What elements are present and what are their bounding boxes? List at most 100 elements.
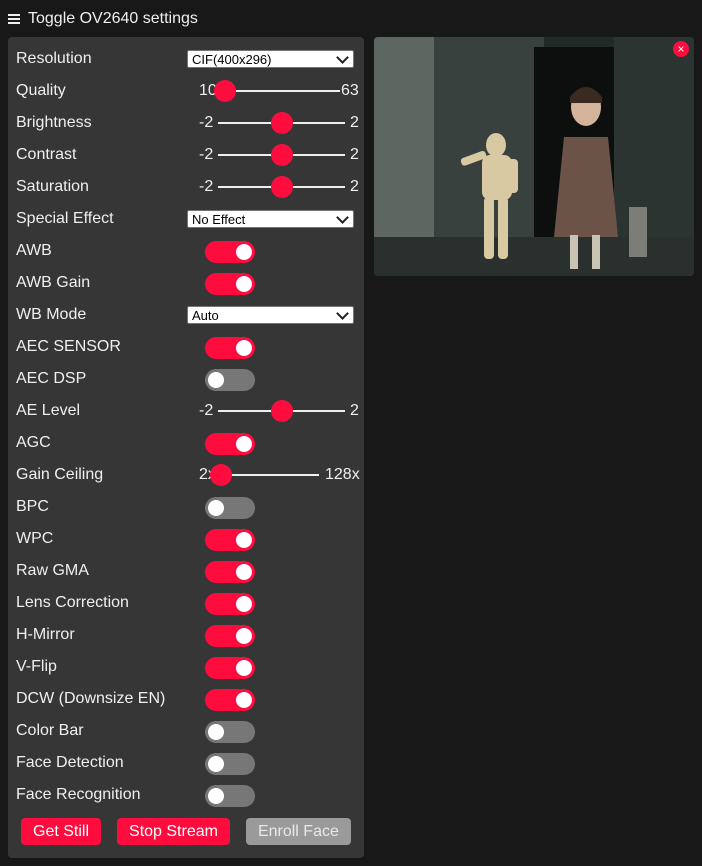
face-recognition-toggle[interactable]	[205, 785, 255, 807]
v-flip-toggle[interactable]	[205, 657, 255, 679]
bpc-toggle[interactable]	[205, 497, 255, 519]
row-awb: AWB	[16, 237, 356, 265]
row-saturation: Saturation -2 2	[16, 173, 359, 201]
label-face-recognition: Face Recognition	[16, 786, 141, 803]
awb-toggle[interactable]	[205, 241, 255, 263]
row-dcw: DCW (Downsize EN)	[16, 685, 356, 713]
chevron-down-icon	[336, 306, 349, 320]
row-agc: AGC	[16, 429, 356, 457]
row-face-detection: Face Detection	[16, 749, 356, 777]
label-wpc: WPC	[16, 530, 54, 547]
brightness-min: -2	[199, 114, 214, 131]
contrast-slider[interactable]: -2 2	[187, 141, 359, 169]
label-dcw: DCW (Downsize EN)	[16, 690, 166, 707]
brightness-max: 2	[350, 114, 359, 131]
saturation-slider[interactable]: -2 2	[187, 173, 359, 201]
row-wb-mode: WB Mode Auto	[16, 301, 356, 329]
aec-sensor-toggle[interactable]	[205, 337, 255, 359]
toggle-knob	[208, 372, 224, 388]
label-lens-correction: Lens Correction	[16, 594, 129, 611]
saturation-max: 2	[350, 178, 359, 195]
row-color-bar: Color Bar	[16, 717, 356, 745]
brightness-thumb[interactable]	[270, 112, 293, 134]
toggle-knob	[236, 436, 252, 452]
ae-level-thumb[interactable]	[270, 400, 293, 422]
toggle-knob	[236, 596, 252, 612]
action-buttons: Get Still Stop Stream Enroll Face	[21, 818, 351, 845]
row-gain-ceiling: Gain Ceiling 2x 128x	[16, 461, 360, 489]
row-awb-gain: AWB Gain	[16, 269, 356, 297]
toggle-knob	[208, 788, 224, 804]
contrast-thumb[interactable]	[270, 144, 293, 166]
resolution-value: CIF(400x296)	[192, 51, 272, 67]
ae-level-slider[interactable]: -2 2	[187, 397, 359, 425]
lens-correction-toggle[interactable]	[205, 593, 255, 615]
label-face-detection: Face Detection	[16, 754, 124, 771]
wb-mode-select[interactable]: Auto	[187, 306, 354, 324]
label-special-effect: Special Effect	[16, 210, 114, 227]
toggle-knob	[208, 724, 224, 740]
toggle-knob	[236, 276, 252, 292]
get-still-button[interactable]: Get Still	[21, 818, 102, 845]
color-bar-toggle[interactable]	[205, 721, 255, 743]
special-effect-select[interactable]: No Effect	[187, 210, 354, 228]
brightness-slider[interactable]: -2 2	[187, 109, 359, 137]
label-v-flip: V-Flip	[16, 658, 57, 675]
label-aec-dsp: AEC DSP	[16, 370, 87, 387]
contrast-max: 2	[350, 146, 359, 163]
awb-gain-toggle[interactable]	[205, 273, 255, 295]
agc-toggle[interactable]	[205, 433, 255, 455]
chevron-down-icon	[336, 210, 349, 224]
label-color-bar: Color Bar	[16, 722, 84, 739]
label-awb-gain: AWB Gain	[16, 274, 91, 291]
ae-level-min: -2	[199, 402, 214, 419]
label-h-mirror: H-Mirror	[16, 626, 75, 643]
label-resolution: Resolution	[16, 50, 92, 67]
chevron-down-icon	[336, 50, 349, 64]
resolution-select[interactable]: CIF(400x296)	[187, 50, 354, 68]
saturation-thumb[interactable]	[270, 176, 293, 198]
row-aec-sensor: AEC SENSOR	[16, 333, 356, 361]
quality-thumb[interactable]	[214, 80, 236, 102]
settings-toggle-header[interactable]: Toggle OV2640 settings	[8, 8, 198, 30]
aec-dsp-toggle[interactable]	[205, 369, 255, 391]
toggle-knob	[236, 628, 252, 644]
gain-ceiling-slider[interactable]: 2x 128x	[187, 461, 360, 489]
camera-stream	[374, 37, 694, 276]
label-awb: AWB	[16, 242, 52, 259]
h-mirror-toggle[interactable]	[205, 625, 255, 647]
quality-slider[interactable]: 10 63	[187, 77, 359, 105]
dcw-toggle[interactable]	[205, 689, 255, 711]
gain-ceiling-track[interactable]	[221, 474, 319, 476]
settings-panel: Resolution CIF(400x296) Quality 10 63 Br…	[8, 37, 364, 858]
enroll-face-button[interactable]: Enroll Face	[245, 818, 351, 845]
toggle-knob	[236, 532, 252, 548]
row-v-flip: V-Flip	[16, 653, 356, 681]
row-h-mirror: H-Mirror	[16, 621, 356, 649]
toggle-knob	[236, 564, 252, 580]
label-gain-ceiling: Gain Ceiling	[16, 466, 104, 483]
label-brightness: Brightness	[16, 114, 92, 131]
saturation-min: -2	[199, 178, 214, 195]
row-face-recognition: Face Recognition	[16, 781, 356, 809]
row-brightness: Brightness -2 2	[16, 109, 359, 137]
label-aec-sensor: AEC SENSOR	[16, 338, 121, 355]
wpc-toggle[interactable]	[205, 529, 255, 551]
toggle-knob	[236, 692, 252, 708]
hamburger-icon[interactable]	[8, 14, 20, 24]
raw-gma-toggle[interactable]	[205, 561, 255, 583]
gain-ceiling-thumb[interactable]	[210, 464, 232, 486]
close-stream-icon[interactable]: ×	[673, 41, 689, 57]
toggle-knob	[236, 340, 252, 356]
header-title[interactable]: Toggle OV2640 settings	[28, 10, 198, 28]
face-detection-toggle[interactable]	[205, 753, 255, 775]
quality-track[interactable]	[225, 90, 340, 92]
gain-ceiling-max: 128x	[325, 466, 360, 483]
stop-stream-button[interactable]: Stop Stream	[117, 818, 230, 845]
contrast-min: -2	[199, 146, 214, 163]
wb-mode-value: Auto	[192, 307, 219, 323]
label-ae-level: AE Level	[16, 402, 81, 419]
label-agc: AGC	[16, 434, 51, 451]
stream-image	[374, 37, 694, 276]
row-contrast: Contrast -2 2	[16, 141, 359, 169]
